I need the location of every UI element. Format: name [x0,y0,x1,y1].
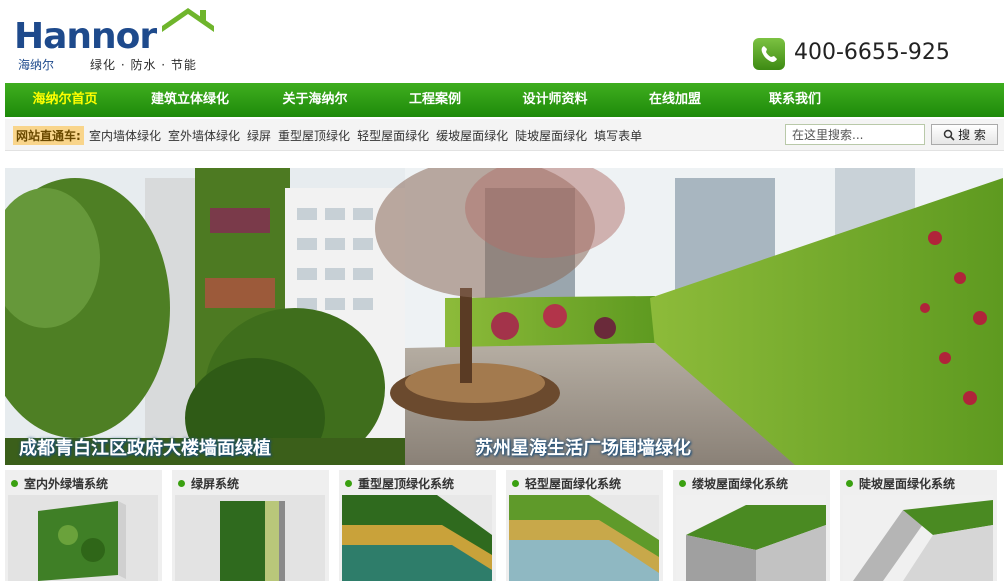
main-nav: 海纳尔首页 建筑立体绿化 关于海纳尔 工程案例 设计师资料 在线加盟 联系我们 [5,83,1004,117]
bullet-icon [178,480,185,487]
quicklink-item[interactable]: 重型屋顶绿化 [278,127,350,144]
quicklinks-label: 网站直通车: [13,126,84,145]
nav-item-cases[interactable]: 工程案例 [375,83,495,117]
logo-brand: Hannor [14,16,157,57]
product-list: 室内外绿墙系统 绿屏系统 重型屋顶绿化系统 轻型屋面绿化系统 缕坡屋面绿化系统 … [5,470,1004,581]
product-image[interactable] [509,495,659,581]
quicklink-item[interactable]: 陡坡屋面绿化 [515,127,587,144]
product-title[interactable]: 陡坡屋面绿化系统 [859,475,955,492]
search-button[interactable]: 搜 索 [931,124,998,145]
quicklink-item[interactable]: 室外墙体绿化 [168,127,240,144]
logo-roof-icon [162,8,214,32]
hero-banner[interactable]: 成都青白江区政府大楼墙面绿植 苏州星海生活广场围墙绿化 [5,168,1003,465]
product-card[interactable]: 缕坡屋面绿化系统 [673,470,830,581]
product-title[interactable]: 轻型屋面绿化系统 [525,475,621,492]
search-icon [943,129,955,141]
bullet-icon [846,480,853,487]
product-title[interactable]: 重型屋顶绿化系统 [358,475,454,492]
nav-item-join[interactable]: 在线加盟 [615,83,735,117]
nav-item-home[interactable]: 海纳尔首页 [5,83,125,117]
product-image[interactable] [676,495,826,581]
product-image[interactable] [175,495,325,581]
product-title[interactable]: 绿屏系统 [191,475,239,492]
product-card[interactable]: 重型屋顶绿化系统 [339,470,496,581]
quicklink-item[interactable]: 填写表单 [594,127,642,144]
product-image[interactable] [8,495,158,581]
quicklink-item[interactable]: 绿屏 [247,127,271,144]
nav-item-contact[interactable]: 联系我们 [735,83,855,117]
product-title[interactable]: 室内外绿墙系统 [24,475,108,492]
quicklink-item[interactable]: 室内墙体绿化 [89,127,161,144]
nav-item-designer[interactable]: 设计师资料 [495,83,615,117]
bullet-icon [345,480,352,487]
logo-cn-name: 海纳尔 [18,58,55,72]
phone-number: 400-6655-925 [794,40,950,65]
banner-caption-left: 成都青白江区政府大楼墙面绿植 [19,438,271,459]
header: Hannor 海纳尔 绿化 · 防水 · 节能 400-6655-925 [0,0,1008,82]
quicklink-item[interactable]: 缓坡屋面绿化 [436,127,508,144]
product-title[interactable]: 缕坡屋面绿化系统 [692,475,788,492]
product-card[interactable]: 绿屏系统 [172,470,329,581]
bullet-icon [11,480,18,487]
search-input[interactable] [785,124,925,145]
bullet-icon [512,480,519,487]
search-button-label: 搜 索 [958,128,986,142]
nav-item-building-greening[interactable]: 建筑立体绿化 [125,83,255,117]
quicklink-item[interactable]: 轻型屋面绿化 [357,127,429,144]
product-card[interactable]: 陡坡屋面绿化系统 [840,470,997,581]
nav-item-about[interactable]: 关于海纳尔 [255,83,375,117]
product-image[interactable] [342,495,492,581]
product-image[interactable] [843,495,993,581]
logo-slogan: 绿化 · 防水 · 节能 [90,58,197,72]
product-card[interactable]: 室内外绿墙系统 [5,470,162,581]
quicklinks-bar: 网站直通车: 室内墙体绿化 室外墙体绿化 绿屏 重型屋顶绿化 轻型屋面绿化 缓坡… [5,119,1004,151]
logo[interactable]: Hannor 海纳尔 绿化 · 防水 · 节能 [14,6,214,72]
quicklinks-list: 室内墙体绿化 室外墙体绿化 绿屏 重型屋顶绿化 轻型屋面绿化 缓坡屋面绿化 陡坡… [89,127,642,144]
banner-image [5,168,1003,465]
bullet-icon [679,480,686,487]
banner-caption-right: 苏州星海生活广场围墙绿化 [475,438,691,459]
phone-icon [753,38,785,70]
product-card[interactable]: 轻型屋面绿化系统 [506,470,663,581]
